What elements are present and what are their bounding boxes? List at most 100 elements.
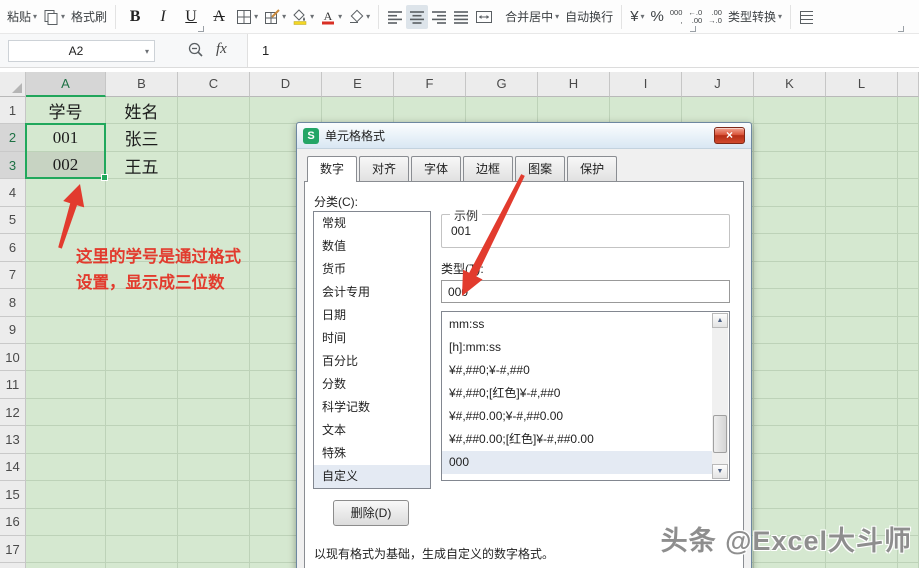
cell-C9[interactable]	[178, 316, 250, 344]
formula-input[interactable]: 1	[247, 34, 919, 67]
row-header-12[interactable]: 12	[0, 398, 26, 427]
cell-L6[interactable]	[826, 234, 898, 262]
category-item-特殊[interactable]: 特殊	[314, 442, 430, 465]
cell-K10[interactable]	[754, 343, 826, 372]
increase-decimal-button[interactable]: ←.0.00	[685, 5, 705, 29]
cell-L9[interactable]	[826, 316, 898, 344]
cell-partial[interactable]	[898, 398, 919, 427]
format-option[interactable]: ¥#,##0.00;¥-#,##0.00	[442, 405, 712, 428]
column-header-D[interactable]: D	[250, 72, 322, 97]
cell-A16[interactable]	[26, 508, 106, 536]
cell-partial[interactable]	[898, 481, 919, 509]
cell-K18[interactable]	[754, 563, 826, 568]
row-header-1[interactable]: 1	[0, 97, 26, 125]
cell-C13[interactable]	[178, 426, 250, 454]
cell-J1[interactable]	[682, 97, 754, 125]
cell-K9[interactable]	[754, 316, 826, 344]
row-header-4[interactable]: 4	[0, 179, 26, 207]
zoom-formula-icon[interactable]	[188, 42, 204, 58]
cell-A17[interactable]	[26, 536, 106, 564]
cell-B12[interactable]	[106, 398, 178, 427]
cell-D1[interactable]	[250, 97, 322, 125]
cell-K4[interactable]	[754, 179, 826, 207]
cell-partial[interactable]	[898, 453, 919, 482]
row-header-9[interactable]: 9	[0, 316, 26, 344]
cell-partial[interactable]	[898, 316, 919, 344]
cell-B17[interactable]	[106, 536, 178, 564]
row-header-2[interactable]: 2	[0, 124, 26, 152]
type-convert-button[interactable]: 类型转换 ▾	[725, 5, 785, 29]
cell-K7[interactable]	[754, 261, 826, 290]
cell-B3[interactable]: 王五	[106, 151, 178, 180]
cell-C12[interactable]	[178, 398, 250, 427]
column-header-I[interactable]: I	[610, 72, 682, 97]
cell-partial[interactable]	[898, 343, 919, 372]
cell-A9[interactable]	[26, 316, 106, 344]
column-header-K[interactable]: K	[754, 72, 826, 97]
column-header-F[interactable]: F	[394, 72, 466, 97]
cell-B13[interactable]	[106, 426, 178, 454]
wrap-text-button[interactable]: 自动换行	[562, 5, 616, 29]
scrollbar[interactable]: ▲ ▼	[712, 313, 728, 479]
cell-L3[interactable]	[826, 151, 898, 180]
column-header-J[interactable]: J	[682, 72, 754, 97]
cell-B18[interactable]	[106, 563, 178, 568]
cell-L1[interactable]	[826, 97, 898, 125]
cell-partial[interactable]	[898, 371, 919, 399]
cell-K12[interactable]	[754, 398, 826, 427]
decrease-decimal-button[interactable]: .00 →.0	[705, 5, 725, 29]
currency-button[interactable]: ¥ ▾	[627, 5, 647, 29]
tab-pattern[interactable]: 图案	[515, 156, 566, 181]
cell-C5[interactable]	[178, 206, 250, 235]
cell-K15[interactable]	[754, 481, 826, 509]
cell-partial[interactable]	[898, 261, 919, 290]
row-header-3[interactable]: 3	[0, 151, 26, 180]
cell-L5[interactable]	[826, 206, 898, 235]
cell-B2[interactable]: 张三	[106, 124, 178, 152]
category-item-货币[interactable]: 货币	[314, 258, 430, 281]
strikethrough-button[interactable]: A	[205, 5, 233, 29]
cell-F1[interactable]	[394, 97, 466, 125]
category-item-百分比[interactable]: 百分比	[314, 350, 430, 373]
cell-A12[interactable]	[26, 398, 106, 427]
column-header-G[interactable]: G	[466, 72, 538, 97]
format-painter-button[interactable]: 格式刷	[68, 5, 110, 29]
cell-L18[interactable]	[826, 563, 898, 568]
cell-L7[interactable]	[826, 261, 898, 290]
tab-alignment[interactable]: 对齐	[359, 156, 410, 181]
name-box[interactable]: A2 ▾	[8, 40, 155, 62]
cell-I1[interactable]	[610, 97, 682, 125]
cell-partial[interactable]	[898, 97, 919, 125]
type-input[interactable]	[441, 280, 730, 303]
group-dialog-launcher[interactable]	[690, 26, 696, 32]
tab-border[interactable]: 边框	[463, 156, 514, 181]
category-item-时间[interactable]: 时间	[314, 327, 430, 350]
scroll-down-icon[interactable]: ▼	[712, 464, 728, 479]
category-item-常规[interactable]: 常规	[314, 212, 430, 235]
cell-partial[interactable]	[898, 234, 919, 262]
bold-button[interactable]: B	[121, 5, 149, 29]
format-option[interactable]: ¥#,##0.00;[红色]¥-#,##0.00	[442, 428, 712, 451]
tab-number[interactable]: 数字	[307, 156, 358, 182]
cell-C15[interactable]	[178, 481, 250, 509]
align-left-button[interactable]	[384, 5, 406, 29]
row-header-5[interactable]: 5	[0, 206, 26, 235]
row-header-16[interactable]: 16	[0, 508, 26, 536]
category-item-分数[interactable]: 分数	[314, 373, 430, 396]
cell-C2[interactable]	[178, 124, 250, 152]
cell-B10[interactable]	[106, 343, 178, 372]
row-header-13[interactable]: 13	[0, 426, 26, 454]
cell-K2[interactable]	[754, 124, 826, 152]
cell-G1[interactable]	[466, 97, 538, 125]
cell-L11[interactable]	[826, 371, 898, 399]
cell-B4[interactable]	[106, 179, 178, 207]
italic-button[interactable]: I	[149, 5, 177, 29]
cell-A1[interactable]: 学号	[26, 97, 106, 125]
cell-L12[interactable]	[826, 398, 898, 427]
tab-font[interactable]: 字体	[411, 156, 462, 181]
cell-B11[interactable]	[106, 371, 178, 399]
percent-button[interactable]: %	[648, 5, 667, 29]
group-dialog-launcher[interactable]	[898, 26, 904, 32]
cell-L13[interactable]	[826, 426, 898, 454]
cell-partial[interactable]	[898, 206, 919, 235]
